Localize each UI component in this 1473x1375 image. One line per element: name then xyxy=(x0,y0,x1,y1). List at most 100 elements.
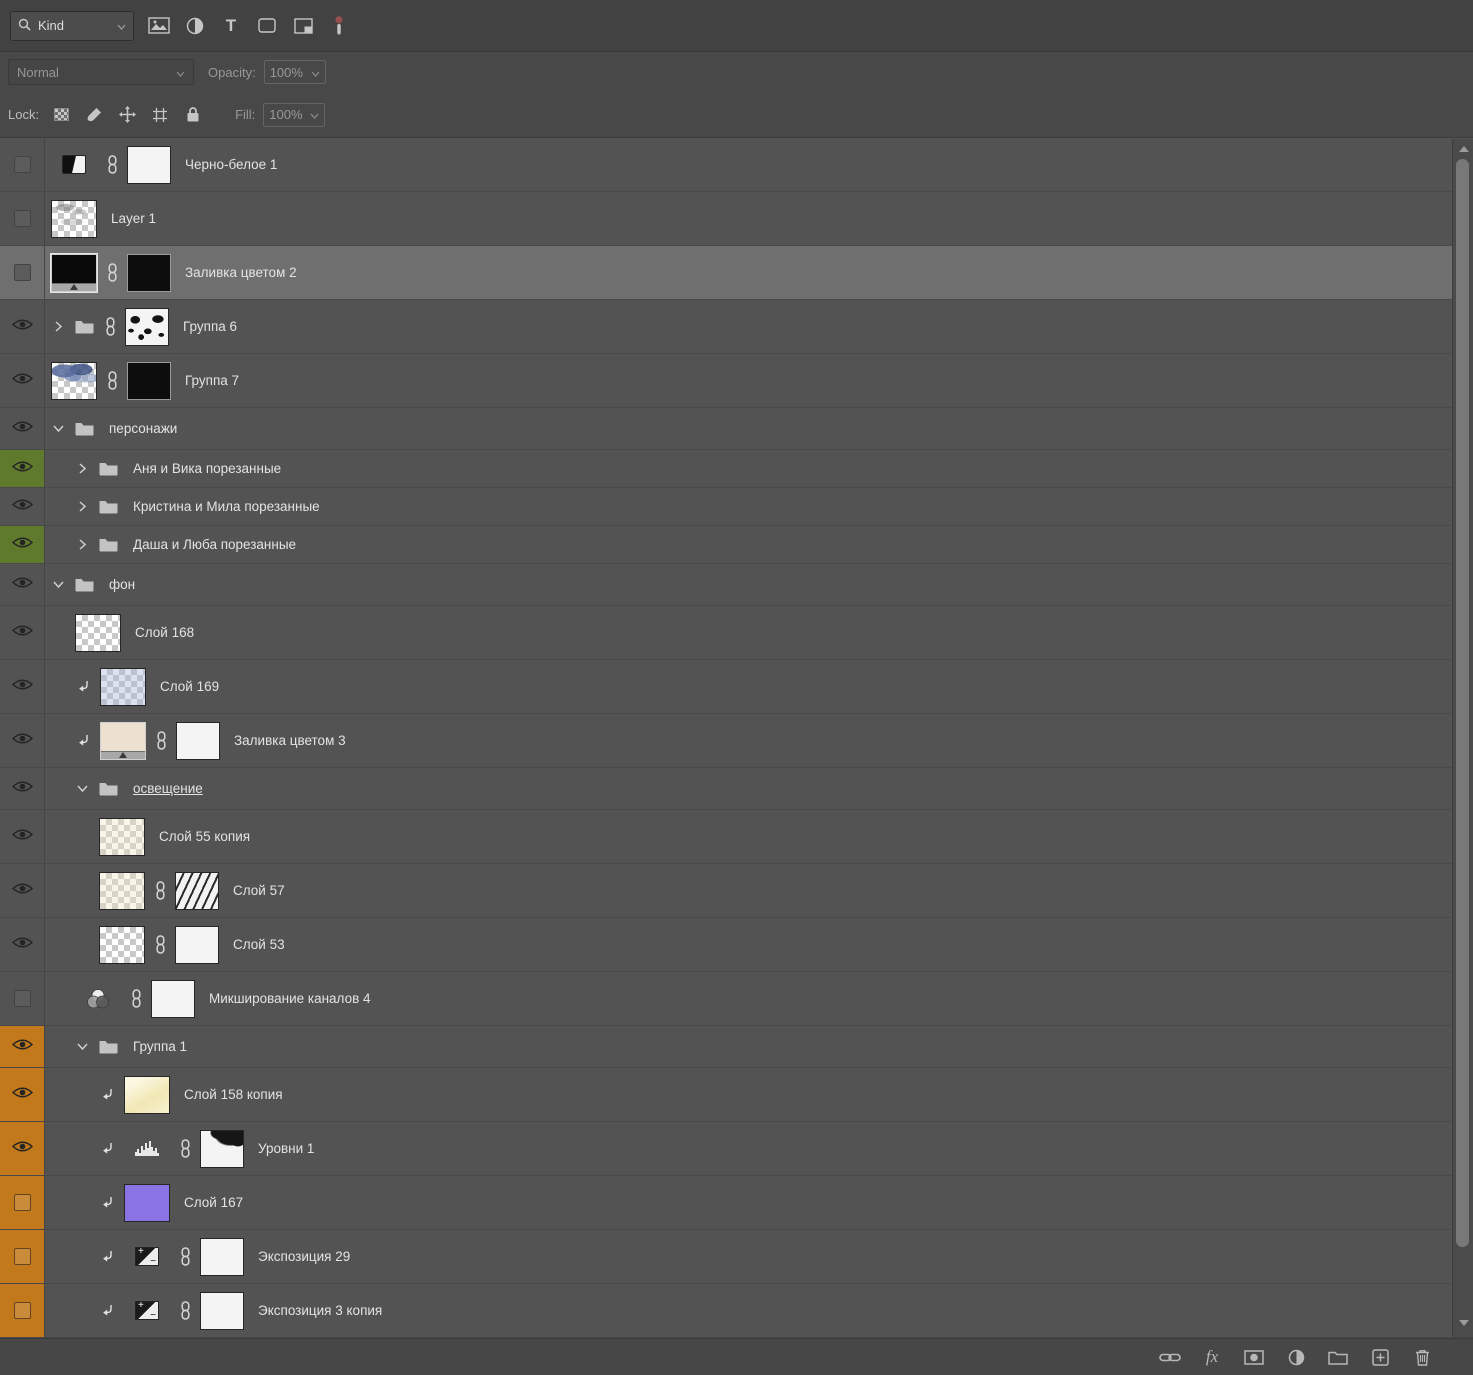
layer-name[interactable]: Группа 6 xyxy=(183,319,237,334)
layer-row[interactable]: Заливка цветом 2 xyxy=(0,246,1473,300)
visibility-toggle[interactable] xyxy=(0,714,45,767)
visibility-toggle[interactable] xyxy=(0,768,45,809)
layer-row[interactable]: Аня и Вика порезанные xyxy=(0,450,1473,488)
scrollbar[interactable] xyxy=(1452,139,1473,1337)
adjustment-filter-icon[interactable] xyxy=(182,13,208,39)
link-mask-icon[interactable] xyxy=(106,371,118,390)
visibility-toggle[interactable] xyxy=(0,1026,45,1067)
visibility-toggle[interactable] xyxy=(0,564,45,605)
layer-row[interactable]: персонажи xyxy=(0,408,1473,450)
layer-row[interactable]: Слой 55 копия xyxy=(0,810,1473,864)
layer-name[interactable]: Микширование каналов 4 xyxy=(209,991,371,1006)
lock-position-icon[interactable] xyxy=(115,103,139,127)
visibility-toggle[interactable] xyxy=(0,1284,45,1337)
layer-row[interactable]: Заливка цветом 3 xyxy=(0,714,1473,768)
scroll-down-arrow-icon[interactable] xyxy=(1453,1315,1473,1331)
visibility-toggle[interactable] xyxy=(0,1122,45,1175)
layer-name[interactable]: Заливка цветом 3 xyxy=(234,733,346,748)
layer-row[interactable]: Слой 158 копия xyxy=(0,1068,1473,1122)
type-filter-icon[interactable]: T xyxy=(218,13,244,39)
layer-name[interactable]: Черно-белое 1 xyxy=(185,157,277,172)
layer-name[interactable]: Группа 1 xyxy=(133,1039,187,1054)
delete-layer-icon[interactable] xyxy=(1411,1346,1433,1368)
visibility-toggle[interactable] xyxy=(0,660,45,713)
layer-row[interactable]: Группа 7 xyxy=(0,354,1473,408)
layer-row[interactable]: Даша и Люба порезанные xyxy=(0,526,1473,564)
layer-thumbnail[interactable] xyxy=(99,817,145,856)
layer-name[interactable]: Кристина и Мила порезанные xyxy=(133,499,320,514)
smart-object-filter-icon[interactable] xyxy=(290,13,316,39)
exposure-adjustment-icon[interactable]: + − xyxy=(124,1300,170,1321)
lock-transparency-icon[interactable] xyxy=(49,103,73,127)
chevron-right-icon[interactable] xyxy=(75,501,89,512)
opacity-input[interactable]: 100% xyxy=(263,60,326,84)
layer-row[interactable]: Уровни 1 xyxy=(0,1122,1473,1176)
layer-name[interactable]: Слой 169 xyxy=(160,679,219,694)
link-mask-icon[interactable] xyxy=(104,317,116,336)
fill-color-thumbnail[interactable] xyxy=(50,252,98,293)
channel-mixer-icon[interactable] xyxy=(75,988,121,1010)
layer-row[interactable]: Группа 1 xyxy=(0,1026,1473,1068)
layer-name[interactable]: Слой 168 xyxy=(135,625,194,640)
layer-thumbnail[interactable] xyxy=(99,925,145,964)
chevron-down-icon[interactable] xyxy=(51,425,65,432)
layer-name[interactable]: Даша и Люба порезанные xyxy=(133,537,296,552)
layer-name[interactable]: Слой 55 копия xyxy=(159,829,250,844)
layer-row[interactable]: Кристина и Мила порезанные xyxy=(0,488,1473,526)
link-mask-icon[interactable] xyxy=(106,155,118,174)
link-layers-icon[interactable] xyxy=(1159,1346,1181,1368)
layer-name[interactable]: Слой 57 xyxy=(233,883,285,898)
layer-row[interactable]: освещение xyxy=(0,768,1473,810)
layer-name[interactable]: персонажи xyxy=(109,421,177,436)
link-mask-icon[interactable] xyxy=(106,263,118,282)
layer-name[interactable]: Слой 158 копия xyxy=(184,1087,283,1102)
layer-mask-thumbnail[interactable] xyxy=(127,145,171,184)
lock-pixels-icon[interactable] xyxy=(82,103,106,127)
link-mask-icon[interactable] xyxy=(155,731,167,750)
visibility-toggle[interactable] xyxy=(0,606,45,659)
visibility-toggle[interactable] xyxy=(0,810,45,863)
link-mask-icon[interactable] xyxy=(179,1139,191,1158)
layer-mask-thumbnail[interactable] xyxy=(151,979,195,1018)
layer-mask-thumbnail[interactable] xyxy=(127,253,171,292)
visibility-toggle[interactable] xyxy=(0,354,45,407)
visibility-toggle[interactable] xyxy=(0,526,45,563)
visibility-toggle[interactable] xyxy=(0,192,45,245)
visibility-toggle[interactable] xyxy=(0,918,45,971)
levels-adjustment-icon[interactable] xyxy=(124,1140,170,1157)
new-group-icon[interactable] xyxy=(1327,1346,1349,1368)
layer-name[interactable]: Аня и Вика порезанные xyxy=(133,461,281,476)
visibility-toggle[interactable] xyxy=(0,408,45,449)
layer-name[interactable]: Экспозиция 3 копия xyxy=(258,1303,382,1318)
layer-mask-thumbnail[interactable] xyxy=(125,307,169,346)
layer-row[interactable]: + − Экспозиция 29 xyxy=(0,1230,1473,1284)
layer-mask-thumbnail[interactable] xyxy=(200,1291,244,1330)
link-mask-icon[interactable] xyxy=(154,935,166,954)
layer-name[interactable]: Экспозиция 29 xyxy=(258,1249,350,1264)
visibility-toggle[interactable] xyxy=(0,246,45,299)
layer-mask-thumbnail[interactable] xyxy=(176,721,220,760)
lock-artboard-icon[interactable] xyxy=(148,103,172,127)
chevron-down-icon[interactable] xyxy=(75,785,89,792)
layer-thumbnail[interactable] xyxy=(75,613,121,652)
layer-thumbnail[interactable] xyxy=(51,199,97,238)
pixel-filter-icon[interactable] xyxy=(146,13,172,39)
layer-mask-thumbnail[interactable] xyxy=(200,1129,244,1168)
filter-toggle-icon[interactable] xyxy=(326,13,352,39)
layer-name[interactable]: освещение xyxy=(133,781,203,796)
visibility-toggle[interactable] xyxy=(0,1230,45,1283)
layer-row[interactable]: Черно-белое 1 xyxy=(0,138,1473,192)
visibility-toggle[interactable] xyxy=(0,488,45,525)
layer-row[interactable]: фон xyxy=(0,564,1473,606)
lock-all-icon[interactable] xyxy=(181,103,205,127)
link-mask-icon[interactable] xyxy=(154,881,166,900)
layer-mask-thumbnail[interactable] xyxy=(175,925,219,964)
add-layer-mask-icon[interactable] xyxy=(1243,1346,1265,1368)
layer-row[interactable]: Слой 168 xyxy=(0,606,1473,660)
layer-name[interactable]: фон xyxy=(109,577,135,592)
chevron-down-icon[interactable] xyxy=(75,1043,89,1050)
blend-mode-select[interactable]: Normal xyxy=(8,59,194,85)
layer-effects-icon[interactable]: fx xyxy=(1201,1346,1223,1368)
visibility-toggle[interactable] xyxy=(0,972,45,1025)
layer-thumbnail[interactable] xyxy=(51,361,97,400)
